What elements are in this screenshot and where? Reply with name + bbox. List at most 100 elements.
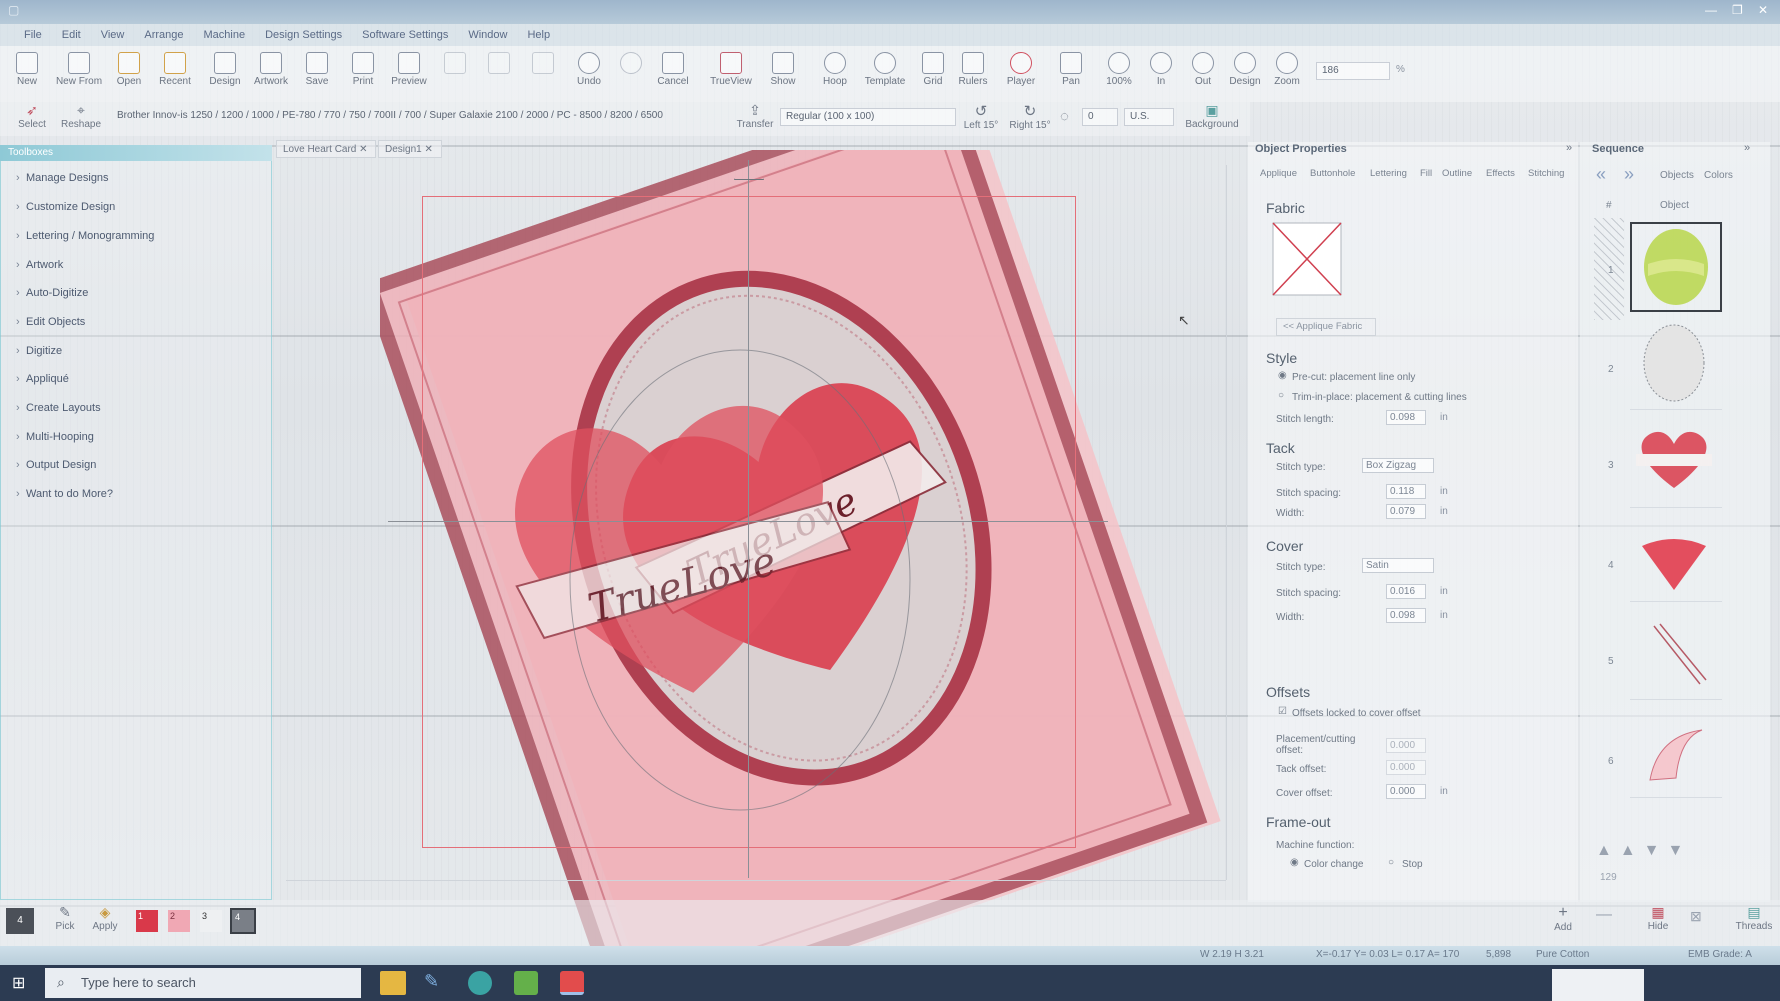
toolbox-auto-digitize[interactable]: Auto-Digitize <box>16 287 88 299</box>
menu-help[interactable]: Help <box>517 29 560 41</box>
hide-button[interactable]: ▦ Hide <box>1644 904 1672 932</box>
rotate-left-button[interactable]: ↺ Left 15° <box>956 102 1006 131</box>
menu-window[interactable]: Window <box>458 29 517 41</box>
thread-slot-current[interactable]: 4 <box>6 908 34 934</box>
cancel-button[interactable]: Cancel <box>650 50 696 98</box>
new-from-button[interactable]: New From <box>54 50 104 98</box>
menu-design-settings[interactable]: Design Settings <box>255 29 352 41</box>
menu-arrange[interactable]: Arrange <box>134 29 193 41</box>
toolbox-edit-objects[interactable]: Edit Objects <box>16 316 85 328</box>
close-tab-icon[interactable]: ✕ <box>359 144 367 155</box>
sequence-item-1[interactable] <box>1630 222 1722 312</box>
tack-width-input[interactable]: 0.079 <box>1386 504 1426 519</box>
close-icon[interactable]: ✕ <box>1758 3 1768 17</box>
toolbox-create-layouts[interactable]: Create Layouts <box>16 402 101 414</box>
tack-offset-input[interactable]: 0.000 <box>1386 760 1426 775</box>
menu-edit[interactable]: Edit <box>52 29 91 41</box>
vertical-scrollbar[interactable] <box>1226 165 1236 880</box>
tab-outline[interactable]: Outline <box>1442 168 1472 179</box>
toolbox-want-more[interactable]: Want to do More? <box>16 488 113 500</box>
background-button[interactable]: ▣ Background <box>1180 102 1244 130</box>
hide-all-icon[interactable]: ⊠ <box>1690 908 1702 925</box>
zoom-combo[interactable]: 186 <box>1316 62 1390 80</box>
threads-button[interactable]: ▤ Threads <box>1734 904 1774 932</box>
restore-icon[interactable]: ❐ <box>1732 3 1743 17</box>
stop-radio[interactable]: ○ <box>1388 857 1394 868</box>
sequence-forward-icon[interactable]: » <box>1624 164 1634 185</box>
menu-file[interactable]: File <box>14 29 52 41</box>
style-radio-trim[interactable]: ○ <box>1278 390 1284 401</box>
sequence-tab-objects[interactable]: Objects <box>1660 170 1694 181</box>
toolbox-lettering[interactable]: Lettering / Monogramming <box>16 230 154 242</box>
sequence-item-5[interactable] <box>1630 610 1722 700</box>
preview-button[interactable]: Preview <box>386 50 432 98</box>
toolbox-digitize[interactable]: Digitize <box>16 345 62 357</box>
pick-button[interactable]: ✎ Pick <box>50 904 80 932</box>
toolbox-applique[interactable]: Appliqué <box>16 373 69 385</box>
sequence-item-2[interactable] <box>1630 320 1722 410</box>
show-button[interactable]: Show <box>760 50 806 98</box>
toolbox-multi-hooping[interactable]: Multi-Hooping <box>16 431 94 443</box>
offsets-locked-checkbox[interactable]: ☑ <box>1278 706 1287 717</box>
artwork-button[interactable]: Artwork <box>248 50 294 98</box>
hoop-button[interactable]: Hoop <box>812 50 858 98</box>
sequence-move-arrows[interactable]: ▲▲▼▼ <box>1596 842 1691 860</box>
tab-lettering[interactable]: Lettering <box>1370 168 1407 179</box>
tack-spacing-input[interactable]: 0.118 <box>1386 484 1426 499</box>
applique-fabric-button[interactable]: << Applique Fabric <box>1276 318 1376 336</box>
tab-love-heart-card[interactable]: Love Heart Card ✕ <box>276 140 376 158</box>
minimize-icon[interactable]: — <box>1705 3 1717 17</box>
color-swatch-4[interactable]: 4 <box>230 908 256 934</box>
color-swatch-1[interactable]: 1 <box>136 910 158 932</box>
remove-color-icon[interactable]: — <box>1596 906 1612 924</box>
rotate-right-button[interactable]: ↻ Right 15° <box>1004 102 1056 131</box>
paint-icon[interactable]: ✎ <box>424 971 450 995</box>
template-button[interactable]: Template <box>858 50 912 98</box>
undo-button[interactable]: Undo <box>566 50 612 98</box>
menu-machine[interactable]: Machine <box>194 29 256 41</box>
trueview-button[interactable]: TrueView <box>706 50 756 98</box>
toolbox-manage-designs[interactable]: Manage Designs <box>16 172 109 184</box>
placement-offset-input[interactable]: 0.000 <box>1386 738 1426 753</box>
sequence-back-icon[interactable]: « <box>1596 164 1606 185</box>
fabric-swatch[interactable] <box>1272 222 1342 296</box>
color-swatch-2[interactable]: 2 <box>168 910 190 932</box>
zoom-in-button[interactable]: In <box>1138 50 1184 98</box>
hoop-combo[interactable]: Regular (100 x 100) <box>780 108 956 126</box>
tab-stitching[interactable]: Stitching <box>1528 168 1564 179</box>
zoom-100-button[interactable]: 100% <box>1096 50 1142 98</box>
menu-software-settings[interactable]: Software Settings <box>352 29 458 41</box>
transfer-button[interactable]: ⇪ Transfer <box>732 102 778 130</box>
select-tool[interactable]: ➶ Select <box>12 102 52 130</box>
sequence-tab-colors[interactable]: Colors <box>1704 170 1733 181</box>
copy-icon[interactable] <box>476 50 522 98</box>
sequence-item-3[interactable] <box>1630 418 1722 508</box>
toolbox-customize-design[interactable]: Customize Design <box>16 201 115 213</box>
machine-combo[interactable]: Brother Innov-is 1250 / 1200 / 1000 / PE… <box>112 108 724 126</box>
apply-button[interactable]: ◈ Apply <box>88 904 122 932</box>
collapse-panel-icon[interactable]: » <box>1566 142 1572 154</box>
cover-width-input[interactable]: 0.098 <box>1386 608 1426 623</box>
cut-icon[interactable] <box>432 50 478 98</box>
horizontal-scrollbar[interactable] <box>286 880 1226 890</box>
app-icon-teal[interactable] <box>468 971 492 995</box>
toolbox-artwork[interactable]: Artwork <box>16 259 63 271</box>
style-radio-precut[interactable]: ◉ <box>1278 370 1287 381</box>
menu-view[interactable]: View <box>91 29 135 41</box>
units-combo[interactable]: U.S. <box>1124 108 1174 126</box>
tab-buttonhole[interactable]: Buttonhole <box>1310 168 1355 179</box>
sequence-item-4[interactable] <box>1630 512 1722 602</box>
cover-stitch-type-select[interactable]: Satin <box>1362 558 1434 573</box>
player-button[interactable]: Player <box>998 50 1044 98</box>
design-button[interactable]: Design <box>202 50 248 98</box>
angle-input[interactable]: 0 <box>1082 108 1118 126</box>
tack-stitch-type-select[interactable]: Box Zigzag <box>1362 458 1434 473</box>
new-button[interactable]: New <box>4 50 50 98</box>
toolbox-output-design[interactable]: Output Design <box>16 459 96 471</box>
zoom-out-button[interactable]: Out <box>1180 50 1226 98</box>
open-button[interactable]: Open <box>106 50 152 98</box>
taskbar-search-box[interactable]: ⌕ Type here to search <box>45 968 361 998</box>
save-button[interactable]: Save <box>294 50 340 98</box>
sequence-item-6[interactable] <box>1630 708 1722 798</box>
sequence-collapse-icon[interactable]: » <box>1744 142 1750 154</box>
